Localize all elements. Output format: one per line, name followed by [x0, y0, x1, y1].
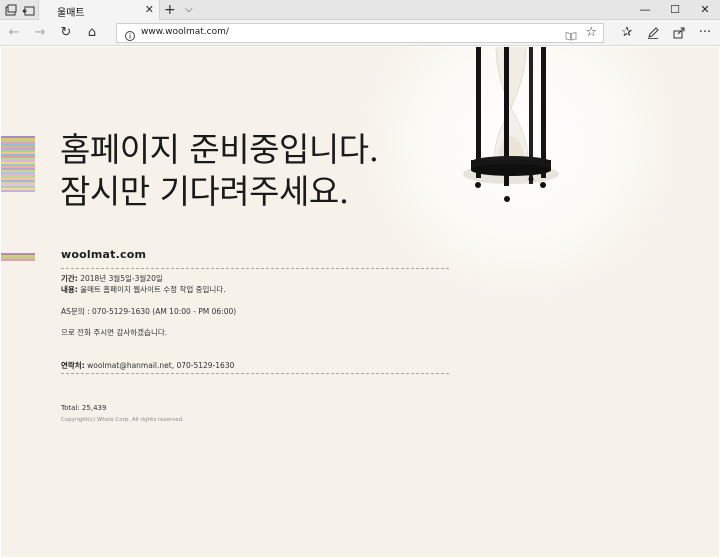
page-heading: 홈페이지 준비중입니다. 잠시만 기다려주세요. [60, 129, 379, 213]
navigation-bar: ← → ↻ ⌂ www.woolmat.com/ ☆ ✰ ··· [0, 20, 720, 46]
site-info-icon[interactable] [124, 27, 136, 41]
content-line: 내용: 울매트 홈페이지 웹사이트 수정 작업 중입니다. [61, 284, 226, 295]
color-stripe [1, 190, 35, 192]
visitor-total: Total: 25,439 [61, 404, 107, 412]
set-aside-tabs-icon[interactable] [22, 3, 36, 17]
contact-value: woolmat@hanmail.net, 070-5129-1630 [87, 361, 235, 370]
tab-preview-icon[interactable] [4, 3, 18, 17]
period-line: 기간: 2018년 3월5일-3월20일 [61, 273, 163, 284]
title-bar: 울매트 ✕ + ⌵ — ☐ ✕ [0, 0, 720, 20]
share-icon[interactable] [670, 24, 688, 42]
address-url[interactable]: www.woolmat.com/ [141, 27, 229, 37]
copyright-text: Copyright(c) Whois Corp. All rights rese… [61, 417, 184, 423]
thanks-line: 으로 전화 주시면 감사하겠습니다. [61, 328, 168, 337]
color-stripes-decoration [1, 136, 35, 192]
address-bar[interactable]: www.woolmat.com/ ☆ [116, 23, 604, 43]
refresh-button[interactable]: ↻ [57, 24, 75, 42]
tab-active[interactable]: 울매트 ✕ [38, 0, 160, 20]
maximize-button[interactable]: ☐ [660, 0, 690, 20]
divider-bottom [61, 373, 449, 374]
favorite-star-icon[interactable]: ☆ [585, 24, 597, 42]
tab-list-chevron-icon[interactable]: ⌵ [185, 1, 193, 19]
tab-title: 울매트 [57, 8, 85, 19]
new-tab-button[interactable]: + [164, 1, 176, 19]
contact-line: 연락처: woolmat@hanmail.net, 070-5129-1630 [61, 360, 234, 371]
tab-close-icon[interactable]: ✕ [145, 3, 154, 17]
site-name: woolmat.com [61, 248, 147, 261]
period-value: 2018년 3월5일-3월20일 [80, 274, 163, 283]
heading-line-1: 홈페이지 준비중입니다. [60, 130, 379, 169]
back-button[interactable]: ← [5, 24, 23, 42]
minimize-button[interactable]: — [630, 0, 660, 20]
favorites-hub-icon[interactable]: ✰ [618, 24, 636, 42]
period-label: 기간: [61, 274, 78, 283]
page-viewport: 홈페이지 준비중입니다. 잠시만 기다려주세요. woolmat.com 기간:… [1, 47, 719, 557]
divider-top [61, 268, 449, 269]
hourglass-image [463, 47, 559, 202]
pen-notes-icon[interactable] [644, 24, 662, 42]
color-stripes-small-decoration [1, 253, 35, 261]
home-button[interactable]: ⌂ [83, 24, 101, 42]
content-value: 울매트 홈페이지 웹사이트 수정 작업 중입니다. [80, 285, 226, 294]
forward-button[interactable]: → [31, 24, 49, 42]
more-options-icon[interactable]: ··· [696, 24, 714, 42]
reading-view-icon[interactable] [565, 27, 577, 41]
close-window-button[interactable]: ✕ [690, 0, 720, 20]
color-stripe [1, 259, 35, 261]
contact-label: 연락처: [61, 361, 85, 370]
as-inquiry-line: AS문의 : 070-5129-1630 (AM 10:00 - PM 06:0… [61, 307, 237, 316]
heading-line-2: 잠시만 기다려주세요. [60, 172, 349, 211]
content-label: 내용: [61, 285, 78, 294]
